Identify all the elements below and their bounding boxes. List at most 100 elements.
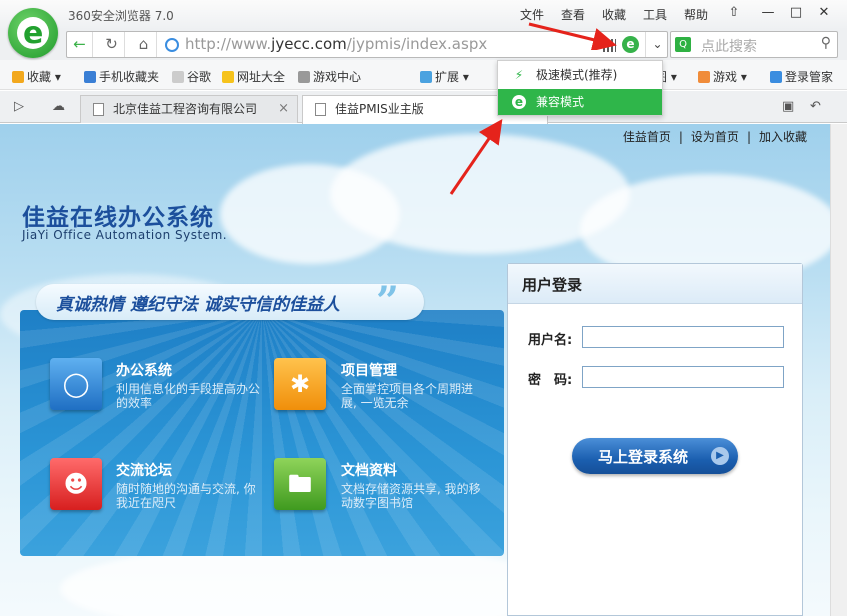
close-tab-icon[interactable]: × xyxy=(278,96,289,122)
undo-close-icon[interactable]: ↶ xyxy=(810,99,821,114)
feature-desc: 利用信息化的手段提高办公的效率 xyxy=(116,382,261,410)
username-label: 用户名: xyxy=(528,333,573,348)
tab-jiayi-company[interactable]: 北京佳益工程咨询有限公司 × xyxy=(80,95,298,123)
maximize-button[interactable]: □ xyxy=(784,3,808,23)
tab-list-icon[interactable]: ▣ xyxy=(782,99,794,114)
menu-view[interactable]: 查看 xyxy=(561,6,585,23)
arrow-right-icon: ▶ xyxy=(711,447,729,465)
bookmark-item[interactable]: 扩展 ▾ xyxy=(420,68,469,85)
bookmark-item[interactable]: 收藏 ▾ xyxy=(12,68,61,85)
extension-icon xyxy=(420,71,432,83)
search-engine-icon[interactable]: Q xyxy=(675,37,691,52)
feature-title[interactable]: 文档资料 xyxy=(341,460,397,480)
star-icon xyxy=(12,71,24,83)
gamepad-icon xyxy=(298,71,310,83)
quote-mark-icon: ” xyxy=(376,278,400,325)
minimize-button[interactable]: — xyxy=(756,3,780,23)
bookmark-label: 收藏 ▾ xyxy=(27,70,61,84)
feature-desc: 文档存储资源共享, 我的移动数字图书馆 xyxy=(341,482,481,510)
bookmark-item[interactable]: 登录管家 xyxy=(770,68,833,85)
search-input[interactable]: 点此搜索 xyxy=(701,36,757,56)
tab-bar: ▷ ☁ 北京佳益工程咨询有限公司 × 佳益PMIS业主版 ▣ ↶ xyxy=(0,91,847,124)
password-label: 密 码: xyxy=(528,373,573,388)
cloud-icon[interactable]: ☁ xyxy=(52,99,65,114)
password-input[interactable] xyxy=(582,366,784,388)
browser-title-bar: 360安全浏览器 7.0 文件 查看 收藏 工具 帮助 ⇧ — □ ✕ xyxy=(0,0,847,30)
address-bar: ← ↻ ⌂ http://www.jyecc.com/jypmis/index.… xyxy=(66,31,668,58)
phone-icon xyxy=(84,71,96,83)
home-icon[interactable]: ⌂ xyxy=(131,32,157,57)
lightning-icon: ⚡ xyxy=(514,68,524,82)
menu-item-compat-mode[interactable]: e 兼容模式 xyxy=(498,89,662,115)
qr-code-icon[interactable] xyxy=(603,39,616,52)
page-icon xyxy=(315,103,326,116)
menu-tools[interactable]: 工具 xyxy=(643,6,667,23)
menu-file[interactable]: 文件 xyxy=(520,6,544,23)
bookmark-item[interactable]: 手机收藏夹 xyxy=(84,68,159,85)
ie-icon: e xyxy=(512,95,526,109)
compat-mode-icon[interactable]: e xyxy=(622,36,639,53)
bookmark-item[interactable]: 游戏 ▾ xyxy=(698,68,747,85)
slogan-banner: 真诚热情 遵纪守法 诚实守信的佳益人 ” xyxy=(36,278,424,325)
feature-desc: 全面掌控项目各个周期进展, 一览无余 xyxy=(341,382,474,410)
link-jiayi-home[interactable]: 佳益首页 xyxy=(623,130,671,144)
menu-item-speed-mode[interactable]: ⚡ 极速模式(推荐) xyxy=(498,62,662,88)
bookmark-label: 网址大全 xyxy=(237,70,286,84)
feature-desc: 随时随地的沟通与交流, 你我近在咫尺 xyxy=(116,482,256,510)
login-submit-label: 马上登录系统 xyxy=(598,448,689,466)
login-panel: 用户登录 用户名: 密 码: 马上登录系统 ▶ xyxy=(507,263,803,616)
login-header: 用户登录 xyxy=(508,264,802,304)
render-mode-dropdown: ⚡ 极速模式(推荐) e 兼容模式 xyxy=(497,60,663,116)
address-row: ← ↻ ⌂ http://www.jyecc.com/jypmis/index.… xyxy=(0,30,847,60)
login-title: 用户登录 xyxy=(522,276,583,294)
bookmark-label: 游戏 ▾ xyxy=(713,70,747,84)
slogan-text: 真诚热情 遵纪守法 诚实守信的佳益人 xyxy=(56,295,340,315)
features-panel: ◯ 办公系统 利用信息化的手段提高办公的效率 ✱ 项目管理 全面掌控项目各个周期… xyxy=(20,310,504,556)
menu-help[interactable]: 帮助 xyxy=(684,6,708,23)
globe-icon xyxy=(165,38,179,52)
feature-title[interactable]: 办公系统 xyxy=(116,360,172,380)
search-box[interactable]: Q 点此搜索 ⚲ xyxy=(670,31,838,58)
users-icon[interactable]: ☻ xyxy=(50,458,102,510)
link-set-homepage[interactable]: 设为首页 xyxy=(691,130,739,144)
skin-button[interactable]: ⇧ xyxy=(722,3,746,23)
bookmark-item[interactable]: 谷歌 xyxy=(172,68,211,85)
page-scrollbar[interactable] xyxy=(830,124,847,616)
feature-title[interactable]: 项目管理 xyxy=(341,360,397,380)
back-arrow-icon[interactable]: ← xyxy=(67,32,93,57)
search-icon[interactable]: ⚲ xyxy=(821,35,831,51)
menu-favorites[interactable]: 收藏 xyxy=(602,6,626,23)
bookmark-item[interactable]: 网址大全 xyxy=(222,68,285,85)
refresh-icon[interactable]: ↻ xyxy=(99,32,125,57)
system-subtitle: JiaYi Office Automation System. xyxy=(22,228,228,242)
page-icon xyxy=(93,103,104,116)
sidebar-toggle-icon[interactable]: ▷ xyxy=(14,99,24,114)
key-icon xyxy=(770,71,782,83)
game-icon xyxy=(698,71,710,83)
tab-label: 北京佳益工程咨询有限公司 xyxy=(113,102,258,116)
close-window-button[interactable]: ✕ xyxy=(812,3,836,23)
chevron-down-icon[interactable]: ⌄ xyxy=(645,32,669,57)
bookmark-label: 登录管家 xyxy=(785,70,834,84)
bookmark-label: 谷歌 xyxy=(187,70,212,84)
chat-icon[interactable]: ◯ xyxy=(50,358,102,410)
page-icon xyxy=(172,71,184,83)
asterisk-icon[interactable]: ✱ xyxy=(274,358,326,410)
feature-title[interactable]: 交流论坛 xyxy=(116,460,172,480)
system-title: 佳益在线办公系统 xyxy=(22,205,214,231)
username-input[interactable] xyxy=(582,326,784,348)
bookmark-item[interactable]: 游戏中心 xyxy=(298,68,361,85)
bookmark-label: 扩展 ▾ xyxy=(435,70,469,84)
top-links: 佳益首页 | 设为首页 | 加入收藏 xyxy=(622,130,807,144)
link-add-favorite[interactable]: 加入收藏 xyxy=(759,130,807,144)
menu-item-label: 兼容模式 xyxy=(536,95,585,109)
web-page: 佳益首页 | 设为首页 | 加入收藏 佳益在线办公系统 JiaYi Office Aut… xyxy=(0,124,847,616)
browser-logo-icon[interactable]: e xyxy=(8,8,58,58)
folder-icon[interactable]: 🖿 xyxy=(274,458,326,510)
plus-icon xyxy=(222,71,234,83)
login-submit-button[interactable]: 马上登录系统 ▶ xyxy=(572,438,738,474)
bookmarks-bar: 收藏 ▾ 手机收藏夹 谷歌 网址大全 游戏中心 扩展 ▾ 图 ▾ 游戏 ▾ 登录管家 xyxy=(0,60,847,90)
url-field[interactable]: http://www.jyecc.com/jypmis/index.aspx xyxy=(185,35,487,53)
bookmark-label: 手机收藏夹 xyxy=(99,70,160,84)
bookmark-label: 游戏中心 xyxy=(313,70,362,84)
